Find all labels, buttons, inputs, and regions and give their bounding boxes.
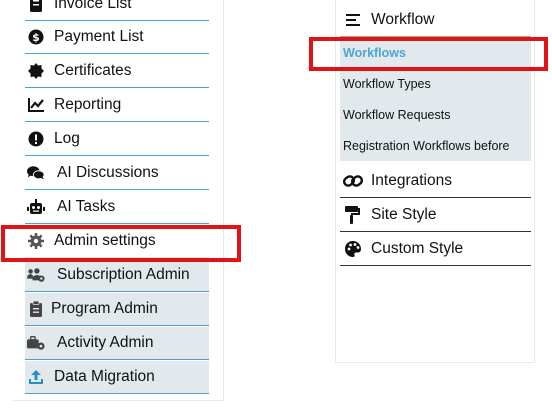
invoice-icon bbox=[27, 0, 45, 13]
menu-item-label: Site Style bbox=[371, 205, 437, 223]
menu-item-certificates[interactable]: Certificates bbox=[25, 55, 209, 88]
menu-item-label: Integrations bbox=[371, 171, 452, 189]
menu-item-label: Data Migration bbox=[54, 368, 155, 385]
users-gear-icon bbox=[27, 266, 45, 284]
payment-icon: $ bbox=[27, 28, 45, 46]
clipboard-icon bbox=[27, 300, 45, 318]
menu-item-program-admin[interactable]: Program Admin bbox=[25, 293, 209, 326]
submenu-item-label: Workflow Requests bbox=[343, 107, 451, 122]
menu-item-label: AI Tasks bbox=[57, 198, 116, 215]
menu-item-label: AI Discussions bbox=[57, 164, 159, 181]
menu-item-label: Program Admin bbox=[51, 300, 158, 317]
chart-icon bbox=[27, 96, 45, 114]
menu-item-label: Custom Style bbox=[371, 239, 464, 257]
menu-item-ai-tasks[interactable]: AI Tasks bbox=[25, 191, 209, 224]
menu-item-label: Reporting bbox=[54, 96, 122, 113]
submenu-item-registration-workflows[interactable]: Registration Workflows before bbox=[340, 130, 531, 161]
menu-item-log[interactable]: Log bbox=[25, 123, 209, 156]
menu-item-label: Subscription Admin bbox=[57, 266, 190, 283]
robot-icon bbox=[27, 198, 45, 216]
workflow-header-label: Workflow bbox=[371, 11, 435, 28]
menu-item-activity-admin[interactable]: Activity Admin bbox=[25, 327, 209, 360]
chat-icon bbox=[27, 164, 45, 182]
menu-item-reporting[interactable]: Reporting bbox=[25, 89, 209, 122]
menu-item-ai-discussions[interactable]: AI Discussions bbox=[25, 157, 209, 190]
menu-item-site-style[interactable]: Site Style bbox=[340, 198, 531, 232]
palette-icon bbox=[343, 239, 363, 259]
menu-item-label: Invoice List bbox=[54, 0, 132, 12]
highlight-workflows bbox=[309, 37, 548, 71]
paint-roller-icon bbox=[343, 205, 363, 225]
menu-item-label: Payment List bbox=[54, 28, 144, 45]
menu-item-payment-list[interactable]: $ Payment List bbox=[25, 21, 209, 54]
workflow-menu-header[interactable]: Workflow bbox=[340, 4, 531, 37]
certificate-icon bbox=[27, 62, 45, 80]
submenu-item-workflow-types[interactable]: Workflow Types bbox=[340, 68, 531, 99]
menu-item-subscription-admin[interactable]: Subscription Admin bbox=[25, 259, 209, 292]
menu-lines-icon bbox=[343, 10, 363, 30]
svg-text:$: $ bbox=[32, 31, 40, 44]
menu-item-invoice-list[interactable]: Invoice List bbox=[25, 0, 209, 21]
alert-circle-icon bbox=[27, 130, 45, 148]
briefcase-gear-icon bbox=[27, 334, 45, 352]
menu-item-data-migration[interactable]: Data Migration bbox=[25, 361, 209, 394]
menu-item-label: Log bbox=[54, 130, 80, 147]
submenu-item-label: Registration Workflows before bbox=[343, 138, 510, 153]
menu-item-custom-style[interactable]: Custom Style bbox=[340, 232, 531, 266]
submenu-item-label: Workflow Types bbox=[343, 76, 431, 91]
highlight-admin-settings bbox=[1, 225, 241, 262]
upload-icon bbox=[27, 368, 45, 386]
menu-item-label: Certificates bbox=[54, 62, 132, 79]
submenu-item-workflow-requests[interactable]: Workflow Requests bbox=[340, 99, 531, 130]
menu-item-integrations[interactable]: Integrations bbox=[340, 164, 531, 198]
link-icon bbox=[343, 171, 363, 191]
menu-item-label: Activity Admin bbox=[57, 334, 154, 351]
